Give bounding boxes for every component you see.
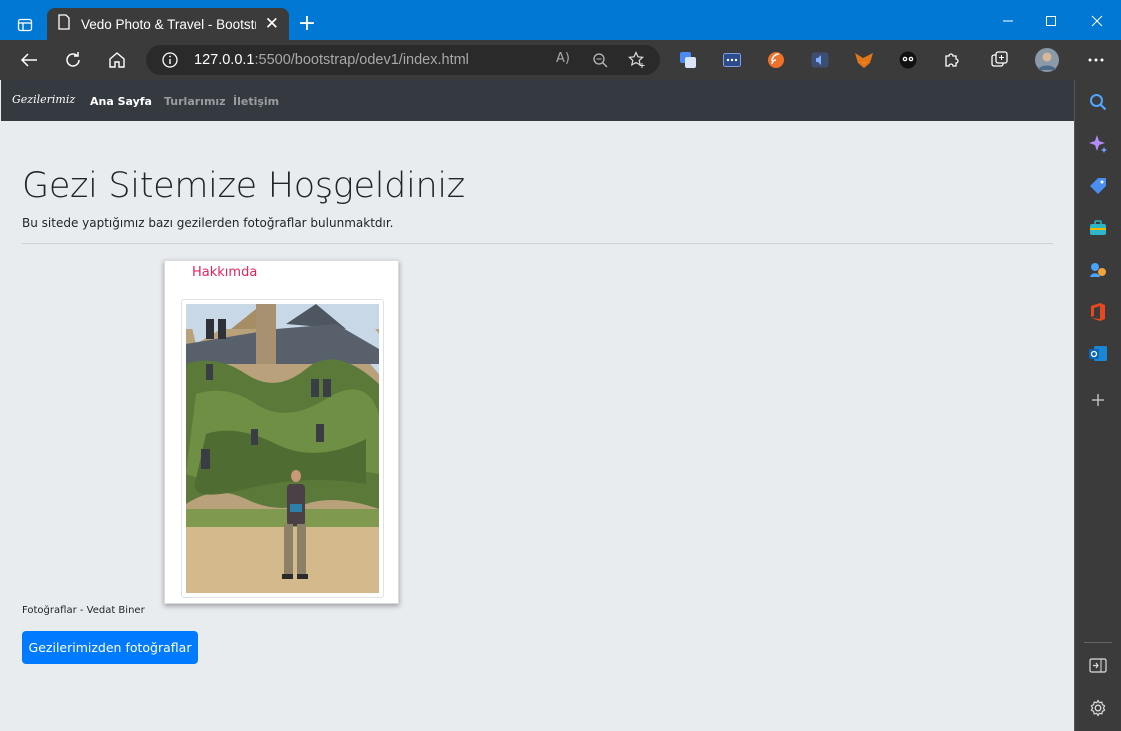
tab-title: Vedo Photo & Travel - Bootstrap bbox=[81, 16, 256, 32]
browser-tab[interactable]: Vedo Photo & Travel - Bootstrap ✕ bbox=[47, 8, 289, 40]
add-sidebar-app-icon[interactable] bbox=[1087, 389, 1109, 411]
nav-link-ana-sayfa[interactable]: Ana Sayfa bbox=[90, 95, 152, 108]
browser-sidebar bbox=[1074, 80, 1121, 731]
minimize-icon[interactable] bbox=[985, 8, 1031, 34]
browser-titlebar: Vedo Photo & Travel - Bootstrap ✕ + bbox=[0, 0, 1121, 40]
tab-actions-icon[interactable] bbox=[8, 8, 42, 42]
about-card: Hakkımda bbox=[164, 260, 399, 604]
url-path: :5500/bootstrap/odev1/index.html bbox=[254, 52, 469, 68]
sidebar-divider bbox=[1084, 642, 1112, 643]
collections-icon[interactable] bbox=[989, 49, 1011, 71]
site-info-icon[interactable] bbox=[162, 52, 178, 72]
lead-text: Bu sitede yaptığımız bazı gezilerden fot… bbox=[22, 216, 394, 230]
new-tab-icon[interactable]: + bbox=[296, 13, 318, 35]
close-window-icon[interactable] bbox=[1074, 8, 1120, 34]
url-host: 127.0.0.1 bbox=[194, 52, 255, 68]
read-aloud-icon[interactable]: A) bbox=[556, 51, 570, 66]
maximize-icon[interactable] bbox=[1028, 8, 1074, 34]
page-icon bbox=[57, 14, 71, 34]
hide-sidebar-icon[interactable] bbox=[1087, 655, 1109, 677]
more-menu-icon[interactable] bbox=[1085, 49, 1107, 71]
games-icon[interactable] bbox=[1087, 259, 1109, 281]
url-text: 127.0.0.1:5500/bootstrap/odev1/index.htm… bbox=[194, 52, 469, 68]
sound-extension-icon[interactable] bbox=[809, 49, 831, 71]
close-tab-icon[interactable]: ✕ bbox=[265, 15, 279, 33]
outlook-icon[interactable] bbox=[1087, 343, 1109, 365]
site-navbar: Gezilerimiz Ana Sayfa Turlarımız İletişi… bbox=[1, 80, 1074, 121]
copilot-sparkle-icon[interactable] bbox=[1087, 133, 1109, 155]
home-icon[interactable] bbox=[102, 46, 132, 74]
page-viewport: Gezilerimiz Ana Sayfa Turlarımız İletişi… bbox=[1, 80, 1074, 730]
travel-photo bbox=[186, 304, 379, 593]
office-icon[interactable] bbox=[1087, 301, 1109, 323]
page-title: Gezi Sitemize Hoşgeldiniz bbox=[22, 166, 465, 206]
refresh-icon[interactable] bbox=[58, 46, 88, 74]
search-icon[interactable] bbox=[1087, 91, 1109, 113]
browser-toolbar: 127.0.0.1:5500/bootstrap/odev1/index.htm… bbox=[0, 40, 1121, 80]
settings-gear-icon[interactable] bbox=[1087, 697, 1109, 719]
extensions-puzzle-icon[interactable] bbox=[941, 49, 963, 71]
photos-button[interactable]: Gezilerimizden fotoğraflar bbox=[22, 631, 198, 664]
privacy-extension-icon[interactable] bbox=[897, 49, 919, 71]
rss-extension-icon[interactable] bbox=[765, 49, 787, 71]
zoom-out-icon[interactable] bbox=[592, 52, 608, 72]
site-brand[interactable]: Gezilerimiz bbox=[12, 93, 75, 106]
photo-caption: Fotoğraflar - Vedat Biner bbox=[22, 605, 145, 616]
address-bar[interactable]: 127.0.0.1:5500/bootstrap/odev1/index.htm… bbox=[146, 45, 660, 75]
divider bbox=[22, 243, 1053, 244]
card-title: Hakkımda bbox=[192, 265, 258, 280]
tools-briefcase-icon[interactable] bbox=[1087, 217, 1109, 239]
favorites-add-icon[interactable] bbox=[628, 51, 646, 73]
metamask-fox-icon[interactable] bbox=[853, 49, 875, 71]
shopping-tag-icon[interactable] bbox=[1087, 175, 1109, 197]
profile-avatar[interactable] bbox=[1034, 47, 1060, 73]
back-icon[interactable] bbox=[14, 46, 44, 74]
translate-extension-icon[interactable] bbox=[677, 49, 699, 71]
nav-link-iletisim[interactable]: İletişim bbox=[233, 95, 279, 108]
nav-link-turlarimiz[interactable]: Turlarımız bbox=[164, 95, 226, 108]
extension-dots-icon[interactable] bbox=[721, 49, 743, 71]
photo-thumbnail bbox=[181, 299, 384, 598]
